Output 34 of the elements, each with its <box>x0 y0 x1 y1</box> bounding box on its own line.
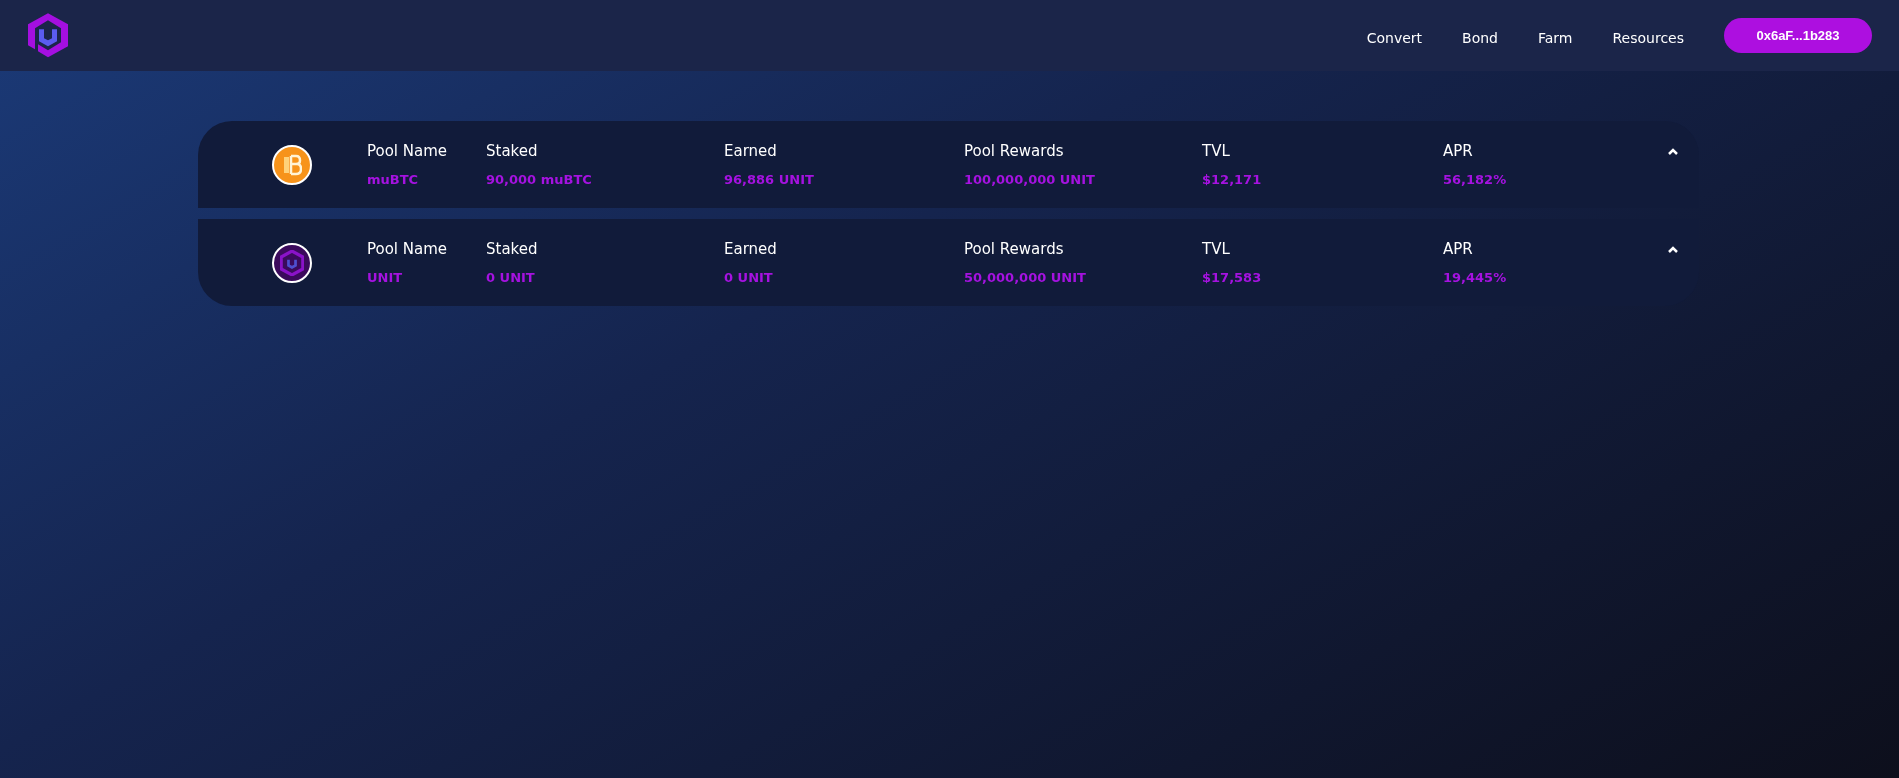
column-value: 90,000 muBTC <box>486 171 593 189</box>
column-value: 50,000,000 UNIT <box>964 269 1087 287</box>
coin-icon <box>272 144 312 185</box>
column-label: TVL <box>1202 238 1231 260</box>
column-label: Pool Rewards <box>964 140 1065 162</box>
column-label: Earned <box>724 238 778 260</box>
nav-link[interactable]: Resources <box>1612 28 1684 49</box>
column-value: 0 UNIT <box>724 269 774 287</box>
column-value: $12,171 <box>1202 171 1263 189</box>
column-label: Earned <box>724 140 778 162</box>
column-label: TVL <box>1202 140 1231 162</box>
column-label: APR <box>1443 140 1474 162</box>
column-label: APR <box>1443 238 1474 260</box>
nav-link[interactable]: Farm <box>1538 28 1573 49</box>
column-value: 0 UNIT <box>486 269 536 287</box>
column-label: Staked <box>486 238 539 260</box>
column-value: muBTC <box>367 171 420 189</box>
nav-link[interactable]: Bond <box>1462 28 1498 49</box>
nav-link[interactable]: Convert <box>1366 28 1423 49</box>
column-value: UNIT <box>367 269 404 287</box>
column-value: 19,445% <box>1443 269 1508 287</box>
column-value: 100,000,000 UNIT <box>964 171 1096 189</box>
column-value: 96,886 UNIT <box>724 171 815 189</box>
wallet-button[interactable]: 0x6aF...1b283 <box>1724 18 1872 53</box>
column-label: Pool Rewards <box>964 238 1065 260</box>
column-value: 56,182% <box>1443 171 1508 189</box>
column-value: $17,583 <box>1202 269 1263 287</box>
chevron-up-icon[interactable] <box>1667 246 1679 254</box>
column-label: Pool Name <box>367 238 449 260</box>
hexagon-logo-icon <box>26 11 70 60</box>
column-label: Staked <box>486 140 539 162</box>
column-label: Pool Name <box>367 140 449 162</box>
chevron-up-icon[interactable] <box>1667 148 1679 156</box>
unit-token-icon <box>272 242 312 283</box>
